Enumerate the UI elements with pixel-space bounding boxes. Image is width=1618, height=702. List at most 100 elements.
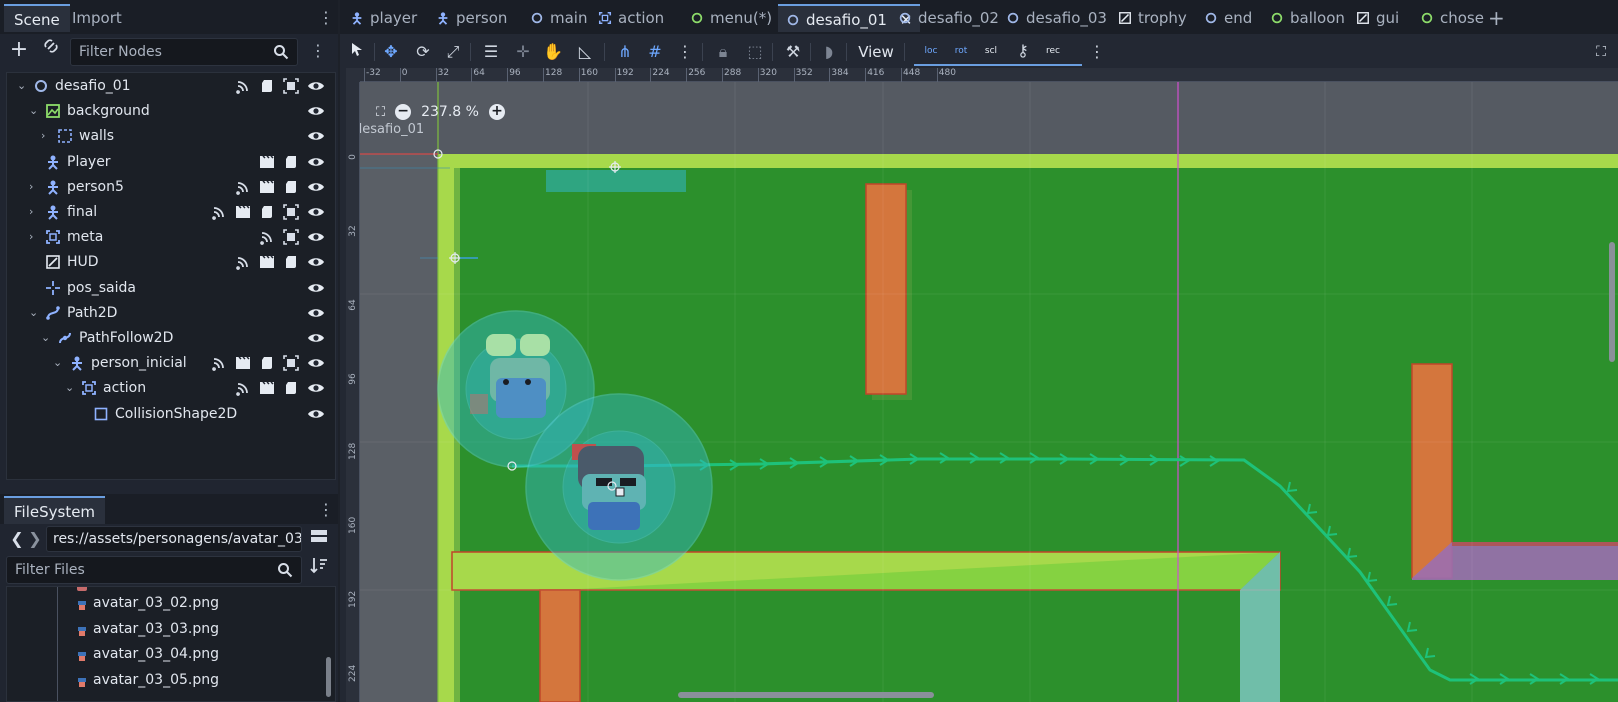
snap-options-icon[interactable]: ⋮ [672,39,698,65]
grid-snap-icon[interactable]: # [642,39,668,65]
visibility-icon[interactable] [307,355,325,373]
group-icon[interactable] [283,78,301,96]
script-icon[interactable] [283,380,301,398]
filesystem-path-field[interactable]: res://assets/personagens/avatar_03/ [46,526,302,552]
tree-node-pos-saida[interactable]: pos_saida [7,276,335,302]
move-tool-icon[interactable]: ✥ [378,39,404,65]
tree-node-path2d[interactable]: ⌄ Path2D [7,301,335,327]
collapse-arrow-icon[interactable]: ⌄ [17,79,29,92]
signal-icon[interactable] [235,380,253,398]
scene-icon[interactable] [235,355,253,373]
script-icon[interactable] [259,355,277,373]
scene-tree-menu-icon[interactable]: ⋮ [310,41,326,61]
tree-node-desafio-01[interactable]: ⌄ desafio_01 [7,74,335,100]
tab-filesystem[interactable]: FileSystem [4,496,106,524]
expand-arrow-icon[interactable]: › [41,129,53,142]
collapse-arrow-icon[interactable]: ⌄ [41,331,53,344]
horizontal-ruler[interactable]: -32 0 32 64 96 128 160 192 224 256 288 320 352 384 416… [360,68,1618,82]
key-scl-toggle[interactable]: scl [978,38,1004,64]
scene-tab-desafio-02[interactable]: desafio_02 [894,4,1003,32]
rotate-tool-icon[interactable]: ⟳ [410,39,436,65]
key-loc-toggle[interactable]: loc [918,38,944,64]
visibility-icon[interactable] [307,154,325,172]
scene-tab-player[interactable]: player [346,4,421,32]
file-item[interactable]: avatar_03_04.png [7,642,317,668]
keyframe-options-icon[interactable]: ⋮ [1084,39,1110,65]
tab-scene[interactable]: Scene [4,4,70,32]
tree-node-action[interactable]: ⌄ action [7,376,335,402]
forward-icon[interactable]: ❯ [22,526,48,552]
scene-icon[interactable] [235,204,253,222]
scene-icon[interactable] [259,254,277,272]
visibility-icon[interactable] [307,103,325,121]
tree-node-hud[interactable]: HUD [7,250,335,276]
key-icon[interactable]: ⚷ [1010,38,1036,64]
visibility-icon[interactable] [307,380,325,398]
expand-arrow-icon[interactable]: › [29,230,41,243]
collapse-arrow-icon[interactable]: ⌄ [29,104,41,117]
tree-node-pathfollow2d[interactable]: ⌄ PathFollow2D [7,326,335,352]
scene-icon[interactable] [259,179,277,197]
tree-node-collisionshape2d[interactable]: CollisionShape2D [7,402,335,428]
filter-nodes-field[interactable] [70,38,298,66]
add-node-icon[interactable]: + [6,37,32,63]
script-icon[interactable] [283,154,301,172]
visibility-icon[interactable] [307,254,325,272]
scene-icon[interactable] [259,380,277,398]
zoom-level[interactable]: 237.8 % [421,104,479,120]
sort-icon[interactable] [306,556,332,582]
instance-scene-icon[interactable] [38,37,64,63]
group-icon[interactable]: ⬚ [742,39,768,65]
script-icon[interactable] [259,204,277,222]
visibility-icon[interactable] [307,78,325,96]
zoom-reset-icon[interactable]: ⛶ [376,105,385,120]
visibility-icon[interactable] [307,204,325,222]
scene-tab-menu[interactable]: menu(*) [686,4,776,32]
tree-node-meta[interactable]: › meta [7,225,335,251]
visibility-icon[interactable] [307,330,325,348]
scene-canvas[interactable]: ⛶ − 237.8 % + desafio_01 [360,82,1618,702]
distraction-free-icon[interactable]: ⛶ [1588,39,1614,65]
scene-tab-trophy[interactable]: trophy [1114,4,1191,32]
group-icon[interactable] [283,355,301,373]
collapse-arrow-icon[interactable]: ⌄ [53,356,65,369]
split-view-icon[interactable] [306,526,332,552]
file-item[interactable]: avatar_03_05.png [7,668,317,694]
collapse-arrow-icon[interactable]: ⌄ [29,306,41,319]
tree-node-background[interactable]: ⌄ background [7,99,335,125]
scene-tab-action[interactable]: action [594,4,668,32]
view-menu[interactable]: View [856,39,896,65]
script-icon[interactable] [283,254,301,272]
tree-node-final[interactable]: › final [7,200,335,226]
scene-tab-main[interactable]: main [526,4,591,32]
visibility-icon[interactable] [307,229,325,247]
group-icon[interactable] [283,204,301,222]
visibility-icon[interactable] [307,305,325,323]
file-item[interactable]: avatar_03_03.png [7,617,317,643]
tab-import[interactable]: Import [62,4,132,32]
key-rot-toggle[interactable]: rot [948,38,974,64]
add-scene-tab-icon[interactable]: + [1488,4,1505,32]
ruler-tool-icon[interactable]: ◺ [572,39,598,65]
tree-node-person5[interactable]: › person5 [7,175,335,201]
smart-snap-icon[interactable]: ⋔ [612,39,638,65]
zoom-out-button[interactable]: − [395,104,412,120]
signal-icon[interactable] [211,204,229,222]
tree-node-person-inicial[interactable]: ⌄ person_inicial [7,351,335,377]
scale-tool-icon[interactable]: ⤢ [440,39,466,65]
signal-icon[interactable] [259,229,277,247]
select-tool-icon[interactable] [344,39,370,65]
scene-tab-chose[interactable]: chose [1416,4,1488,32]
script-icon[interactable] [259,78,277,96]
vertical-ruler[interactable]: 0 32 64 96 128 160 192 224 [346,82,360,702]
file-list-scrollbar[interactable] [326,657,331,697]
pivot-tool-icon[interactable]: ✛ [510,39,536,65]
collapse-arrow-icon[interactable]: ⌄ [65,381,77,394]
visibility-icon[interactable] [307,406,325,424]
camera-override-icon[interactable]: ◗ [816,39,842,65]
vertical-scrollbar[interactable] [1609,242,1615,362]
expand-arrow-icon[interactable]: › [29,180,41,193]
scene-tab-person[interactable]: person [432,4,511,32]
signal-icon[interactable] [211,355,229,373]
pan-tool-icon[interactable]: ✋ [540,39,566,65]
